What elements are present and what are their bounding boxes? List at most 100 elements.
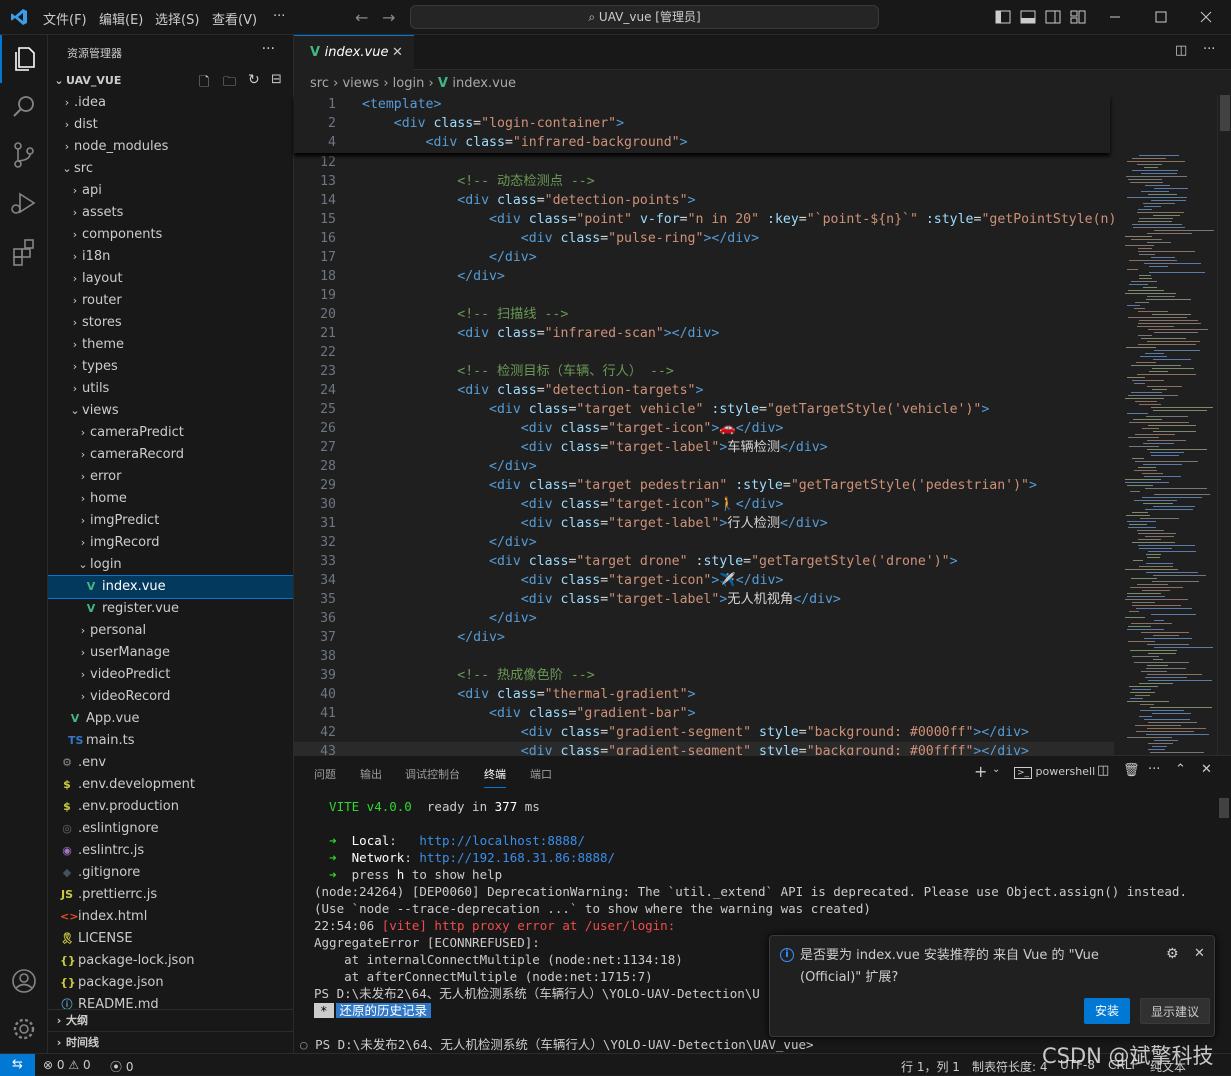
tree-item[interactable]: › i18n: [48, 246, 293, 268]
tree-item[interactable]: ⌄ src: [48, 158, 293, 180]
show-recommendations-button[interactable]: 显示建议: [1140, 998, 1210, 1024]
tree-item[interactable]: › .idea: [48, 92, 293, 114]
breadcrumb-login[interactable]: login: [393, 76, 425, 91]
tab-ports[interactable]: 端口: [530, 766, 552, 782]
tree-item[interactable]: › router: [48, 290, 293, 312]
code-editor[interactable]: 1 <template> 2 <div class="login-container…: [294, 95, 1231, 815]
tab-output[interactable]: 输出: [360, 766, 382, 782]
outline-section[interactable]: › 大纲: [48, 1009, 293, 1031]
vertical-scrollbar[interactable]: [1217, 95, 1231, 755]
tree-item[interactable]: Vregister.vue: [48, 598, 293, 620]
command-center[interactable]: ⌕ UAV_vue [管理员]: [410, 5, 879, 29]
explorer-activity[interactable]: [0, 35, 48, 83]
source-control-activity[interactable]: [0, 131, 48, 179]
indentation-status[interactable]: 制表符长度: 4: [972, 1058, 1048, 1075]
toggle-primary-sidebar-icon[interactable]: [993, 7, 1013, 27]
menu-selection[interactable]: 选择(S): [155, 9, 199, 28]
remote-indicator-icon[interactable]: ⇆: [0, 1054, 35, 1076]
tree-item[interactable]: › theme: [48, 334, 293, 356]
menu-edit[interactable]: 编辑(E): [99, 9, 143, 28]
terminal-scrollbar[interactable]: [1217, 798, 1231, 1048]
tree-item[interactable]: {} package-lock.json: [48, 950, 293, 972]
trash-icon[interactable]: 🗑: [1123, 763, 1140, 778]
new-terminal-icon[interactable]: +: [974, 762, 987, 781]
tree-item[interactable]: › dist: [48, 114, 293, 136]
tree-item[interactable]: › layout: [48, 268, 293, 290]
tab-terminal[interactable]: 终端: [484, 766, 506, 788]
breadcrumb-src[interactable]: src: [310, 76, 329, 91]
tree-item[interactable]: › imgRecord: [48, 532, 293, 554]
tree-item[interactable]: › cameraRecord: [48, 444, 293, 466]
manage-activity[interactable]: [0, 1005, 48, 1053]
terminal-shell-item[interactable]: >_ powershell: [1014, 765, 1095, 779]
split-editor-icon[interactable]: ◫: [1175, 43, 1187, 58]
maximize-icon[interactable]: [1151, 7, 1171, 27]
close-notification-icon[interactable]: ✕: [1194, 946, 1205, 961]
more-actions-icon[interactable]: ···: [262, 41, 275, 57]
tree-item[interactable]: › api: [48, 180, 293, 202]
menu-more[interactable]: ···: [273, 9, 285, 24]
tree-item[interactable]: › videoPredict: [48, 664, 293, 686]
search-activity[interactable]: [0, 83, 48, 131]
close-tab-icon[interactable]: ✕: [392, 36, 403, 70]
tab-index-vue[interactable]: V index.vue ✕: [294, 35, 414, 70]
tree-item[interactable]: › personal: [48, 620, 293, 642]
scrollbar-thumb[interactable]: [1220, 95, 1230, 131]
customize-layout-icon[interactable]: [1068, 7, 1088, 27]
tree-item[interactable]: › home: [48, 488, 293, 510]
tree-item[interactable]: › userManage: [48, 642, 293, 664]
tab-debug-console[interactable]: 调试控制台: [405, 766, 460, 782]
breadcrumb-views[interactable]: views: [342, 76, 379, 91]
tree-item[interactable]: › stores: [48, 312, 293, 334]
tree-item[interactable]: › cameraPredict: [48, 422, 293, 444]
toggle-secondary-sidebar-icon[interactable]: [1043, 7, 1063, 27]
tree-item[interactable]: <>index.html: [48, 906, 293, 928]
tree-item[interactable]: ◎ .eslintignore: [48, 818, 293, 840]
tree-item[interactable]: $ .env.production: [48, 796, 293, 818]
tree-item[interactable]: ◉ .eslintrc.js: [48, 840, 293, 862]
menu-view[interactable]: 查看(V): [212, 9, 257, 28]
timeline-section[interactable]: › 时间线: [48, 1031, 293, 1053]
minimize-icon[interactable]: [1105, 7, 1125, 27]
more-actions-icon[interactable]: ···: [1203, 42, 1215, 57]
chevron-down-icon[interactable]: ⌄: [992, 764, 1000, 775]
maximize-panel-icon[interactable]: ⌃: [1175, 762, 1186, 777]
run-debug-activity[interactable]: [0, 179, 48, 227]
tab-problems[interactable]: 问题: [314, 766, 336, 782]
tree-item[interactable]: 🎗 LICENSE: [48, 928, 293, 950]
tree-item[interactable]: › assets: [48, 202, 293, 224]
tree-item[interactable]: › node_modules: [48, 136, 293, 158]
collapse-all-icon[interactable]: ⊟: [271, 72, 282, 87]
tree-item[interactable]: › imgPredict: [48, 510, 293, 532]
tree-item[interactable]: › error: [48, 466, 293, 488]
tree-item[interactable]: › types: [48, 356, 293, 378]
menu-file[interactable]: 文件(F): [43, 9, 87, 28]
tree-item[interactable]: › videoRecord: [48, 686, 293, 708]
cursor-position[interactable]: 行 1，列 1: [901, 1058, 960, 1075]
toggle-panel-icon[interactable]: [1018, 7, 1038, 27]
close-panel-icon[interactable]: ✕: [1201, 762, 1212, 777]
sticky-scroll[interactable]: 1 <template> 2 <div class="login-container…: [294, 95, 1110, 153]
accounts-activity[interactable]: [0, 957, 48, 1005]
tree-item[interactable]: ⌄ login: [48, 554, 293, 576]
close-window-icon[interactable]: [1196, 7, 1216, 27]
tree-item[interactable]: › components: [48, 224, 293, 246]
back-arrow-icon[interactable]: ←: [355, 8, 368, 27]
tree-item[interactable]: ⚙ .env: [48, 752, 293, 774]
scrollbar-thumb[interactable]: [1219, 798, 1229, 818]
refresh-icon[interactable]: ↻: [248, 72, 260, 88]
breadcrumb-file[interactable]: index.vue: [452, 76, 516, 91]
tree-item[interactable]: V App.vue: [48, 708, 293, 730]
more-actions-icon[interactable]: ···: [1148, 762, 1160, 777]
tree-item[interactable]: $ .env.development: [48, 774, 293, 796]
terminal-prompt[interactable]: ○ PS D:\未发布2\64、无人机检测系统（车辆行人）\YOLO-UAV-D…: [300, 1036, 814, 1053]
extensions-activity[interactable]: [0, 227, 48, 275]
split-terminal-icon[interactable]: ◫: [1097, 763, 1109, 778]
forward-arrow-icon[interactable]: →: [382, 8, 395, 27]
tree-item[interactable]: ◆ .gitignore: [48, 862, 293, 884]
tree-item[interactable]: › utils: [48, 378, 293, 400]
ports-status[interactable]: ⦿ 0: [110, 1058, 133, 1075]
gear-icon[interactable]: ⚙: [1166, 946, 1179, 962]
tree-item[interactable]: {} package.json: [48, 972, 293, 994]
install-button[interactable]: 安装: [1084, 998, 1130, 1024]
